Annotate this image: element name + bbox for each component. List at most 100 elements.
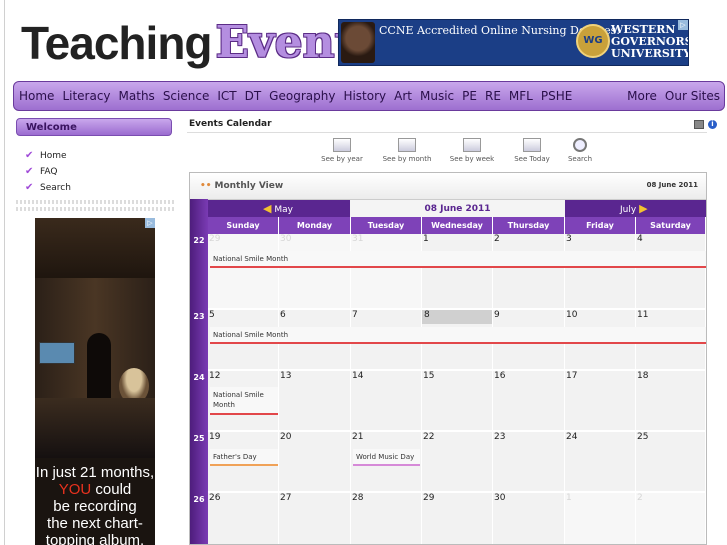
nav-literacy[interactable]: Literacy	[58, 89, 114, 103]
nav-pshe[interactable]: PSHE	[537, 89, 576, 103]
adchoices-icon[interactable]: ▷	[145, 218, 155, 228]
nav-dt[interactable]: DT	[241, 89, 266, 103]
day-cell[interactable]: 30	[279, 234, 351, 310]
day-cell[interactable]: 1	[565, 493, 636, 544]
main-nav: Home Literacy Maths Science ICT DT Geogr…	[13, 81, 725, 111]
week-number[interactable]: 23	[190, 312, 208, 321]
day-number: 2	[494, 234, 500, 244]
day-header-tuesday: Tuesday	[351, 217, 422, 234]
sidebar-item-faq[interactable]: ✔ FAQ	[25, 164, 71, 180]
calendar-year-icon	[333, 138, 351, 152]
toolbar-label: See Today	[514, 155, 550, 163]
day-number: 13	[280, 371, 292, 381]
week-number[interactable]: 26	[190, 495, 208, 504]
day-cell[interactable]: 24	[565, 432, 636, 493]
day-cell[interactable]: 29	[208, 234, 279, 310]
week-number-column	[190, 199, 208, 544]
day-cell[interactable]: 23	[493, 432, 565, 493]
day-number: 2	[637, 493, 643, 503]
nav-mfl[interactable]: MFL	[505, 89, 537, 103]
event-fathers-day[interactable]: Father's Day	[210, 449, 278, 466]
day-cell[interactable]: 31	[351, 234, 422, 310]
banner-photo	[341, 22, 375, 63]
sidebar-divider	[16, 207, 174, 211]
print-icon[interactable]	[694, 120, 704, 129]
day-cell[interactable]: 2	[636, 493, 706, 544]
toolbar-label: Search	[567, 155, 593, 163]
prev-month-button[interactable]: ◀ May	[208, 200, 350, 218]
day-number: 4	[637, 234, 643, 244]
ad-screen	[39, 342, 75, 364]
day-number: 29	[423, 493, 435, 503]
nav-ict[interactable]: ICT	[213, 89, 240, 103]
search-button[interactable]: Search	[565, 138, 595, 163]
banner-ad[interactable]: CCNE Accredited Online Nursing Degrees. …	[338, 19, 689, 66]
day-number: 23	[494, 432, 506, 442]
ad-floor	[35, 398, 155, 458]
day-cell[interactable]: 20	[279, 432, 351, 493]
nav-our-sites[interactable]: Our Sites	[661, 89, 724, 103]
sidebar-item-home[interactable]: ✔ Home	[25, 148, 71, 164]
arrow-right-icon: ▶	[639, 202, 648, 215]
day-cell[interactable]: 2	[493, 234, 565, 310]
adchoices-icon[interactable]: ▷	[678, 20, 688, 30]
day-cell[interactable]: 15	[422, 371, 493, 432]
nav-geography[interactable]: Geography	[265, 89, 339, 103]
see-today-button[interactable]: See Today	[510, 138, 554, 163]
sidebar-divider	[16, 200, 174, 204]
see-by-month-button[interactable]: See by month	[379, 138, 435, 163]
day-cell[interactable]: 14	[351, 371, 422, 432]
event-world-music-day[interactable]: World Music Day	[353, 449, 420, 466]
banner-uni-line3: UNIVERSITY	[611, 47, 689, 60]
day-cell[interactable]: 18	[636, 371, 706, 432]
day-cell[interactable]: 27	[279, 493, 351, 544]
day-number: 6	[280, 310, 286, 320]
nav-maths[interactable]: Maths	[115, 89, 159, 103]
day-number: 20	[280, 432, 292, 442]
nav-history[interactable]: History	[339, 89, 390, 103]
nav-more[interactable]: More	[623, 89, 661, 103]
day-number: 25	[637, 432, 649, 442]
sidebar-menu: ✔ Home ✔ FAQ ✔ Search	[25, 148, 71, 196]
event-national-smile-month[interactable]: National Smile Month	[210, 387, 278, 415]
day-cell[interactable]: 4	[636, 234, 706, 310]
event-national-smile-month[interactable]: National Smile Month	[210, 327, 706, 344]
nav-music[interactable]: Music	[416, 89, 458, 103]
day-cell[interactable]: 1	[422, 234, 493, 310]
page-title: Events Calendar	[189, 119, 272, 129]
nav-pe[interactable]: PE	[458, 89, 481, 103]
site-logo[interactable]: Teaching Events	[21, 14, 380, 69]
nav-science[interactable]: Science	[159, 89, 214, 103]
ad-you: YOU	[58, 481, 92, 498]
day-cell[interactable]: 26	[208, 493, 279, 544]
day-number: 16	[494, 371, 506, 381]
see-by-week-button[interactable]: See by week	[447, 138, 497, 163]
day-cell[interactable]: 25	[636, 432, 706, 493]
day-cell[interactable]: 30	[493, 493, 565, 544]
day-cell[interactable]: 13	[279, 371, 351, 432]
nav-re[interactable]: RE	[481, 89, 505, 103]
next-month-label: July	[620, 205, 637, 215]
week-number[interactable]: 25	[190, 434, 208, 443]
sidebar-item-search[interactable]: ✔ Search	[25, 180, 71, 196]
week-number[interactable]: 22	[190, 236, 208, 245]
info-icon[interactable]: i	[708, 120, 717, 129]
sidebar-ad[interactable]: In just 21 months, YOU could be recordin…	[35, 218, 155, 545]
nav-home[interactable]: Home	[14, 89, 58, 103]
day-number: 7	[352, 310, 358, 320]
see-by-year-button[interactable]: See by year	[318, 138, 366, 163]
next-month-button[interactable]: July ▶	[565, 200, 706, 218]
day-cell[interactable]: 16	[493, 371, 565, 432]
day-cell[interactable]: 22	[422, 432, 493, 493]
ad-line: be recording	[53, 498, 137, 515]
day-cell[interactable]: 28	[351, 493, 422, 544]
week-number[interactable]: 24	[190, 373, 208, 382]
day-cell[interactable]: 3	[565, 234, 636, 310]
day-cell[interactable]: 29	[422, 493, 493, 544]
check-icon: ✔	[25, 182, 34, 193]
day-number: 18	[637, 371, 649, 381]
event-national-smile-month[interactable]: National Smile Month	[210, 251, 706, 268]
calendar-today-icon	[523, 138, 541, 152]
day-cell[interactable]: 17	[565, 371, 636, 432]
nav-art[interactable]: Art	[390, 89, 416, 103]
